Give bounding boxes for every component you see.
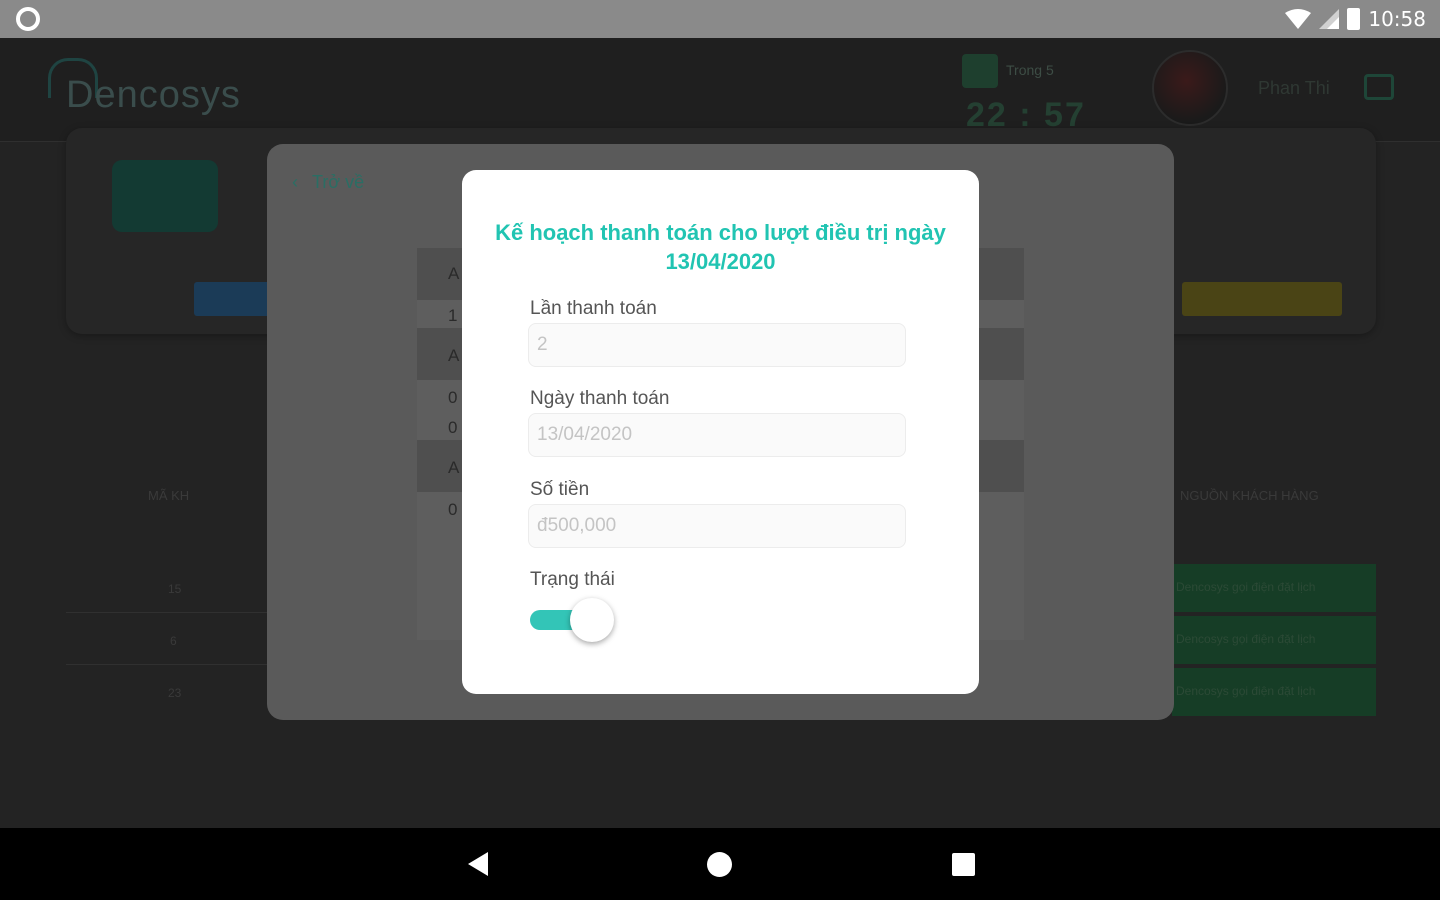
avatar[interactable] <box>1152 50 1228 126</box>
table-cell: 1 <box>448 306 458 325</box>
back-link-label: Trở về <box>312 172 365 192</box>
source-badge: Dencosys gọi điện đặt lịch <box>1172 564 1376 612</box>
table-cell: A <box>448 458 460 477</box>
calendar-icon <box>962 54 998 88</box>
row-divider <box>66 612 276 613</box>
source-text: Dencosys gọi điện đặt lịch <box>1176 684 1316 698</box>
back-link[interactable]: ‹ Trở về <box>292 172 364 193</box>
amount-label: Số tiền <box>530 479 590 500</box>
record-icon <box>16 7 40 31</box>
wifi-icon <box>1285 9 1312 29</box>
add-button[interactable] <box>194 282 274 316</box>
status-bar: 10:58 <box>0 0 1440 38</box>
chevron-left-icon: ‹ <box>292 172 298 192</box>
amount-input[interactable]: đ500,000 <box>528 504 906 548</box>
status-label: Trạng thái <box>530 569 615 590</box>
navigation-bar <box>0 828 1440 900</box>
row-divider <box>66 664 276 665</box>
user-name[interactable]: Phan Thi <box>1258 78 1330 99</box>
table-cell-id: 15 <box>168 582 182 596</box>
recent-apps-icon[interactable] <box>952 853 975 876</box>
logout-icon[interactable] <box>1364 74 1394 100</box>
clock-label: Trong 5 <box>1006 62 1054 78</box>
source-text: Dencosys gọi điện đặt lịch <box>1176 580 1316 594</box>
source-badge: Dencosys gọi điện đặt lịch <box>1172 668 1376 716</box>
table-cell-id: 6 <box>170 634 177 648</box>
column-header-source: NGUỒN KHÁCH HÀNG <box>1180 488 1319 503</box>
battery-icon <box>1347 8 1361 30</box>
status-icons: 10:58 <box>1285 6 1426 32</box>
dialog-title: Kế hoạch thanh toán cho lượt điều trị ng… <box>495 220 946 274</box>
payment-date-label: Ngày thanh toán <box>530 388 670 409</box>
app-logo: Dencosys <box>66 74 241 116</box>
table-cell-id: 23 <box>168 686 182 700</box>
status-toggle[interactable] <box>530 598 616 644</box>
table-cell: A <box>448 346 460 365</box>
home-icon[interactable] <box>707 852 732 877</box>
table-cell: 0 <box>448 500 458 519</box>
back-icon[interactable] <box>468 852 488 876</box>
source-badge: Dencosys gọi điện đặt lịch <box>1172 616 1376 664</box>
action-button[interactable] <box>1182 282 1342 316</box>
toggle-thumb[interactable] <box>570 598 614 642</box>
app-header: Dencosys Trong 5 22 : 57 Phan Thi <box>0 38 1440 142</box>
source-text: Dencosys gọi điện đặt lịch <box>1176 632 1316 646</box>
payment-number-input[interactable]: 2 <box>528 323 906 367</box>
table-cell: A <box>448 264 460 283</box>
table-cell: 0 <box>448 388 458 407</box>
payment-plan-dialog: Kế hoạch thanh toán cho lượt điều trị ng… <box>462 170 979 694</box>
payment-date-input[interactable]: 13/04/2020 <box>528 413 906 457</box>
signal-icon <box>1319 9 1340 29</box>
payment-number-label: Lần thanh toán <box>530 298 657 319</box>
table-cell: 0 <box>448 418 458 437</box>
column-header-id: MÃ KH <box>148 488 190 503</box>
clinic-logo <box>112 160 218 232</box>
status-time: 10:58 <box>1368 7 1426 31</box>
